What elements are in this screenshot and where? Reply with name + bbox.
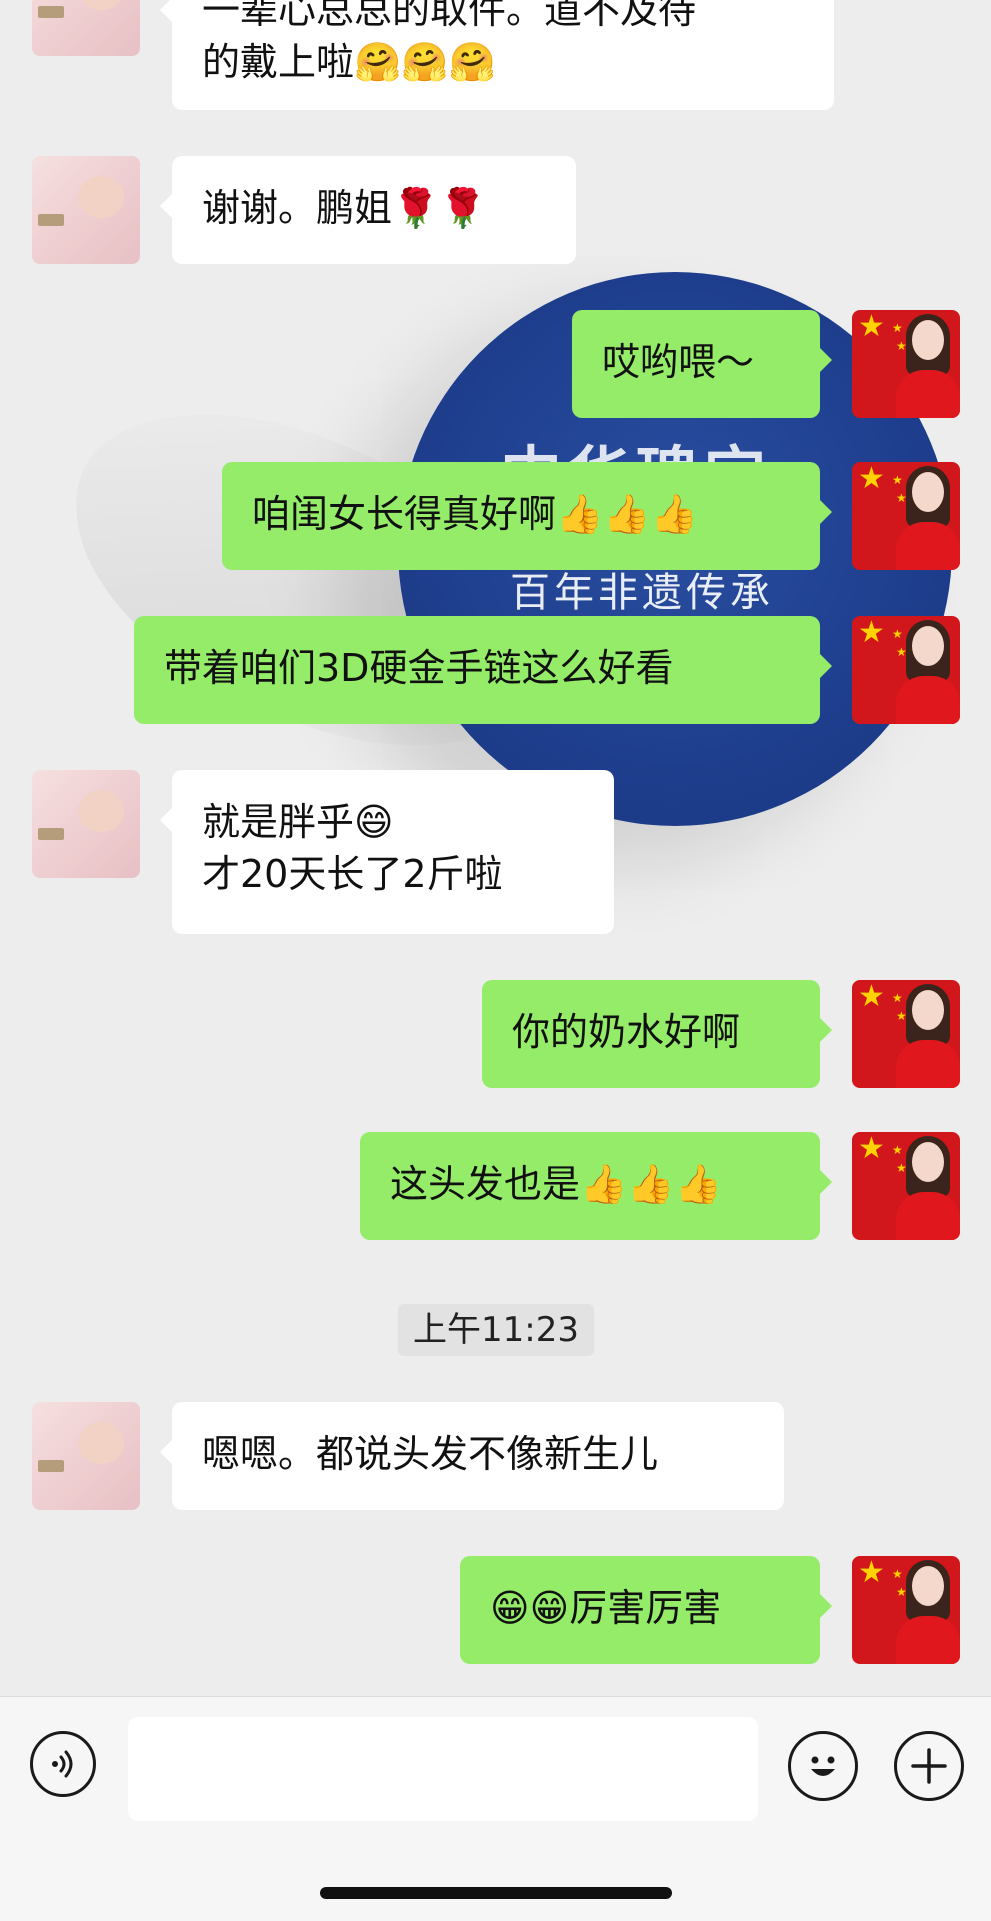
flag-star: ★ bbox=[858, 462, 885, 496]
contact-avatar[interactable] bbox=[32, 770, 140, 878]
message-bubble-outgoing[interactable]: 你的奶水好啊 bbox=[482, 980, 832, 1088]
message-text: 一辈心总总的取件。道不及待 bbox=[202, 0, 697, 32]
flag-star: ★ bbox=[892, 991, 903, 1005]
message-bubble-outgoing[interactable]: 这头发也是👍👍👍 bbox=[360, 1132, 832, 1240]
avatar-decoration bbox=[38, 1460, 64, 1472]
plus-icon bbox=[911, 1748, 947, 1784]
home-indicator bbox=[320, 1887, 672, 1899]
message-bubble-outgoing[interactable]: 哎哟喂～ bbox=[572, 310, 832, 418]
baby-face bbox=[78, 790, 124, 832]
avatar-dress bbox=[896, 1040, 960, 1088]
avatar-face bbox=[912, 1142, 944, 1182]
message-bubble-outgoing[interactable]: 带着咱们3D硬金手链这么好看 bbox=[134, 616, 832, 724]
contact-avatar[interactable] bbox=[32, 1402, 140, 1510]
voice-button[interactable] bbox=[30, 1731, 96, 1797]
avatar-face bbox=[912, 990, 944, 1030]
message-text: 才20天长了2斤啦 bbox=[202, 852, 503, 896]
flag-star: ★ bbox=[892, 627, 903, 641]
message-bubble-incoming[interactable]: 嗯嗯。都说头发不像新生儿 bbox=[160, 1402, 784, 1510]
emoji-button[interactable] bbox=[788, 1731, 858, 1801]
flag-star: ★ bbox=[892, 1567, 903, 1581]
my-avatar[interactable]: ★ ★ ★ bbox=[852, 462, 960, 570]
my-avatar[interactable]: ★ ★ ★ bbox=[852, 980, 960, 1088]
contact-avatar[interactable] bbox=[32, 0, 140, 56]
baby-face bbox=[78, 176, 124, 218]
message-input[interactable] bbox=[128, 1717, 758, 1821]
message-text: 谢谢。鹏姐🌹🌹 bbox=[202, 186, 487, 230]
message-bubble-incoming[interactable]: 一辈心总总的取件。道不及待 的戴上啦🤗🤗🤗 bbox=[160, 0, 834, 110]
message-bubble-outgoing[interactable]: 咱闺女长得真好啊👍👍👍 bbox=[222, 462, 832, 570]
avatar-dress bbox=[896, 1616, 960, 1664]
avatar-decoration bbox=[38, 214, 64, 226]
message-text: 咱闺女长得真好啊👍👍👍 bbox=[252, 492, 698, 536]
flag-star: ★ bbox=[892, 1143, 903, 1157]
message-text: 嗯嗯。都说头发不像新生儿 bbox=[202, 1432, 659, 1476]
input-bar bbox=[0, 1696, 991, 1921]
avatar-face bbox=[912, 472, 944, 512]
avatar-decoration bbox=[38, 828, 64, 840]
my-avatar[interactable]: ★ ★ ★ bbox=[852, 616, 960, 724]
message-timestamp: 上午11:23 bbox=[398, 1304, 594, 1356]
message-text: 哎哟喂～ bbox=[602, 340, 755, 384]
avatar-decoration bbox=[38, 6, 64, 18]
my-avatar[interactable]: ★ ★ ★ bbox=[852, 1556, 960, 1664]
avatar-face bbox=[912, 626, 944, 666]
avatar-face bbox=[912, 320, 944, 360]
avatar-dress bbox=[896, 522, 960, 570]
message-bubble-incoming[interactable]: 就是胖乎😄 才20天长了2斤啦 bbox=[160, 770, 614, 934]
message-text: 就是胖乎😄 bbox=[202, 800, 394, 844]
flag-star: ★ bbox=[892, 321, 903, 335]
message-bubble-outgoing[interactable]: 😁😁厉害厉害 bbox=[460, 1556, 832, 1664]
emoji-face-icon bbox=[811, 1756, 835, 1776]
flag-star: ★ bbox=[858, 1556, 885, 1590]
flag-star: ★ bbox=[892, 473, 903, 487]
flag-star: ★ bbox=[858, 980, 885, 1014]
flag-star: ★ bbox=[858, 1132, 885, 1166]
baby-face bbox=[78, 1422, 124, 1464]
my-avatar[interactable]: ★ ★ ★ bbox=[852, 310, 960, 418]
flag-star: ★ bbox=[858, 310, 885, 344]
message-text: 带着咱们3D硬金手链这么好看 bbox=[164, 646, 674, 690]
voice-icon bbox=[52, 1750, 73, 1778]
avatar-dress bbox=[896, 370, 960, 418]
chat-area: 中华瑰宝 百年非遗传承 一辈心总总的取件。道不及待 的戴上啦🤗🤗🤗 谢谢。鹏姐🌹… bbox=[0, 0, 991, 1696]
contact-avatar[interactable] bbox=[32, 156, 140, 264]
flag-star: ★ bbox=[858, 616, 885, 650]
baby-face bbox=[78, 0, 124, 10]
plus-button[interactable] bbox=[894, 1731, 964, 1801]
message-text: 这头发也是👍👍👍 bbox=[390, 1162, 722, 1206]
message-text: 😁😁厉害厉害 bbox=[490, 1586, 722, 1630]
avatar-dress bbox=[896, 676, 960, 724]
my-avatar[interactable]: ★ ★ ★ bbox=[852, 1132, 960, 1240]
message-text: 你的奶水好啊 bbox=[512, 1010, 741, 1054]
message-bubble-incoming[interactable]: 谢谢。鹏姐🌹🌹 bbox=[160, 156, 576, 264]
avatar-dress bbox=[896, 1192, 960, 1240]
message-text: 的戴上啦🤗🤗🤗 bbox=[202, 40, 496, 84]
avatar-face bbox=[912, 1566, 944, 1606]
